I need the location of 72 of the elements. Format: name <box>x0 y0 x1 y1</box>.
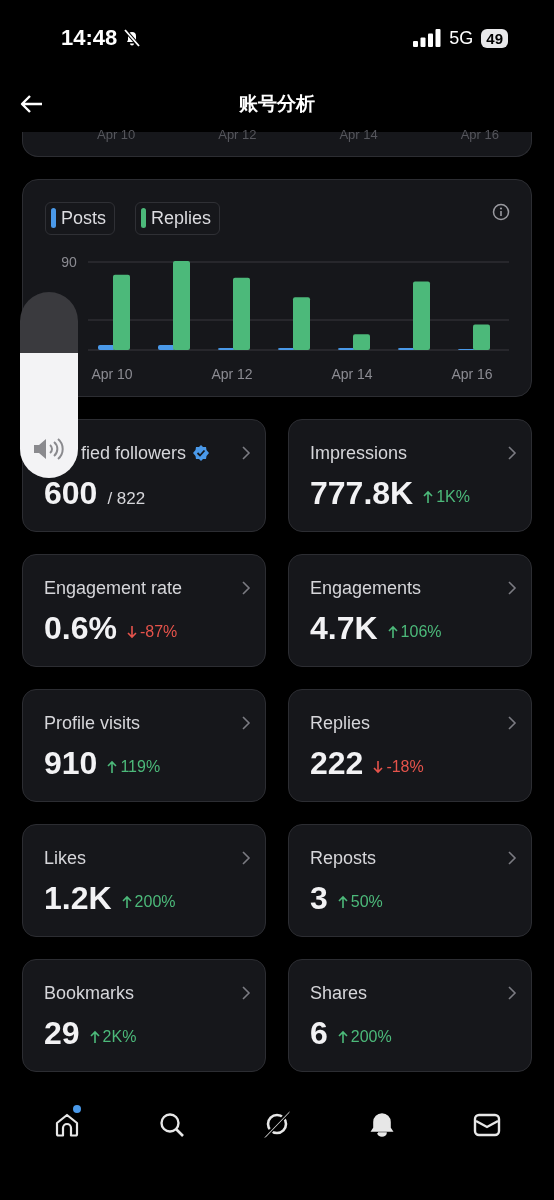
speaker-icon <box>32 436 66 462</box>
change-percent: -18% <box>386 758 424 776</box>
signal-icon <box>413 29 442 47</box>
change-percent: 2K% <box>102 1028 137 1046</box>
metric-card[interactable]: Shares 6 200% <box>288 959 532 1072</box>
battery-indicator: 49 <box>481 28 508 48</box>
chevron-right-icon <box>507 850 517 866</box>
metric-card[interactable]: Likes 1.2K 200% <box>22 824 266 937</box>
metric-value: 1.2K <box>44 880 112 917</box>
metric-label: fied followers <box>80 442 187 464</box>
chevron-right-icon <box>507 445 517 461</box>
metric-label: Shares <box>310 982 368 1004</box>
change-percent: 1K% <box>436 488 470 506</box>
metric-label: Engagements <box>310 577 422 599</box>
volume-toast[interactable] <box>20 292 78 478</box>
metric-label: Bookmarks <box>44 982 135 1004</box>
metric-card[interactable]: Engagement rate 0.6% -87% <box>22 554 266 667</box>
axis-tick-label: Apr 10 <box>91 366 133 382</box>
envelope-icon <box>473 1111 502 1139</box>
legend-chip[interactable]: Replies <box>135 201 221 235</box>
axis-tick-label: Apr 14 <box>331 366 373 382</box>
metric-value: 222 <box>310 745 364 782</box>
metric-label: Replies <box>310 712 371 734</box>
metric-total: / 822 <box>107 489 146 509</box>
change-percent: 200% <box>350 1028 392 1046</box>
status-time: 14:48 <box>61 25 118 51</box>
page-title: 账号分析 <box>239 92 315 116</box>
metric-card[interactable]: Bookmarks 29 2K% <box>22 959 266 1072</box>
legend-label: Posts <box>61 207 107 229</box>
metric-card[interactable]: Reposts 3 50% <box>288 824 532 937</box>
metric-label: Likes <box>44 847 87 869</box>
slashed-circle-icon <box>261 1110 292 1140</box>
metric-card[interactable]: Engagements 4.7K 106% <box>288 554 532 667</box>
metric-label: Profile visits <box>44 712 141 734</box>
metric-value: 910 <box>44 745 98 782</box>
network-label: 5G <box>449 27 474 49</box>
change-percent: 119% <box>120 758 161 776</box>
chevron-right-icon <box>507 715 517 731</box>
change-percent: 200% <box>134 893 176 911</box>
change-percent: 106% <box>400 623 442 641</box>
metric-value: 6 <box>310 1015 328 1052</box>
back-arrow-icon[interactable] <box>20 94 44 114</box>
chevron-right-icon <box>241 715 251 731</box>
metric-card[interactable]: Profile visits 910 119% <box>22 689 266 802</box>
metric-label: Impressions <box>310 442 408 464</box>
change-percent: -87% <box>139 623 178 641</box>
chevron-right-icon <box>507 580 517 596</box>
silent-bell-icon <box>122 28 143 48</box>
info-icon[interactable] <box>492 203 510 221</box>
metric-card[interactable]: Replies 222 -18% <box>288 689 532 802</box>
metric-value: 600 <box>44 475 98 512</box>
chevron-right-icon <box>241 445 251 461</box>
metric-value: 4.7K <box>310 610 378 647</box>
search-icon <box>157 1111 186 1139</box>
metric-value: 777.8K <box>310 475 414 512</box>
metric-label: Engagement rate <box>44 577 183 599</box>
change-percent: 50% <box>350 893 383 911</box>
legend-chip[interactable]: Posts <box>45 201 116 235</box>
chevron-right-icon <box>507 985 517 1001</box>
notification-dot <box>72 1105 81 1113</box>
metric-card[interactable]: Impressions 777.8K 1K% <box>288 419 532 532</box>
metric-label: Reposts <box>310 847 377 869</box>
axis-tick-label: 90 <box>61 254 77 270</box>
chevron-right-icon <box>241 850 251 866</box>
axis-tick-label: Apr 16 <box>451 366 493 382</box>
axis-tick-label: Apr 12 <box>211 366 253 382</box>
legend-label: Replies <box>151 207 212 229</box>
metric-value: 0.6% <box>44 610 117 647</box>
metric-value: 3 <box>310 880 328 917</box>
chevron-right-icon <box>241 580 251 596</box>
metric-value: 29 <box>44 1015 80 1052</box>
chevron-right-icon <box>241 985 251 1001</box>
